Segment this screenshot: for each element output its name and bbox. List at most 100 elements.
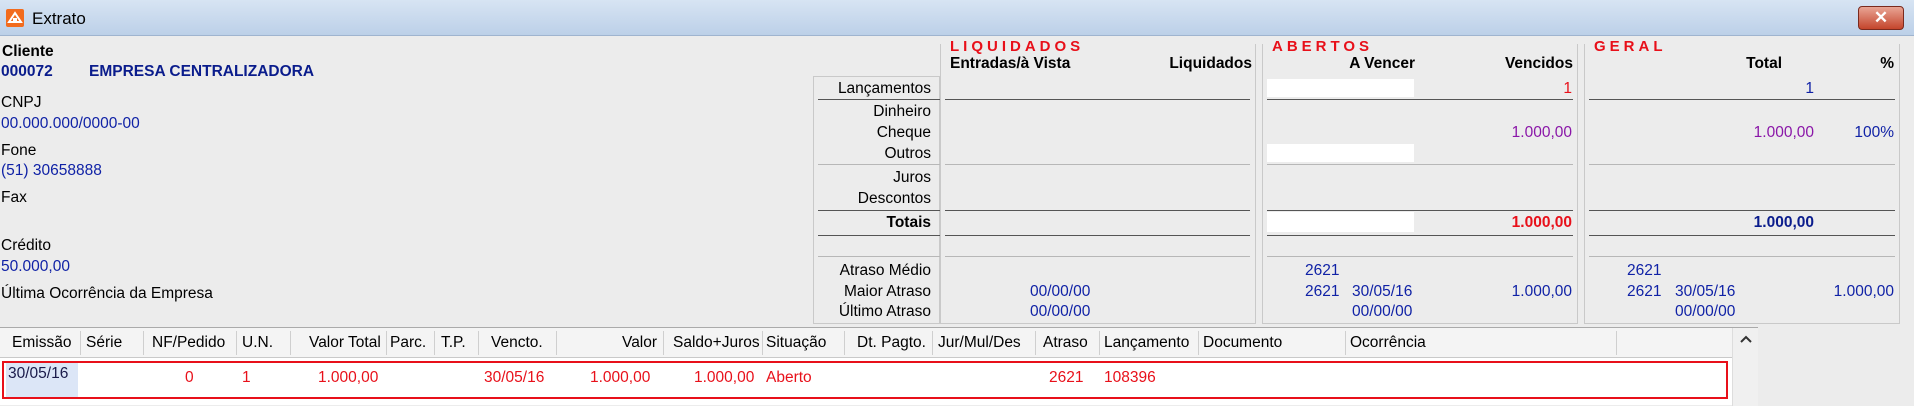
col-valor[interactable]: Valor: [622, 334, 657, 352]
abertos-cheque: 1.000,00: [1511, 124, 1572, 141]
col-saldo-juros[interactable]: Saldo+Juros: [673, 334, 760, 352]
col-ocorrencia[interactable]: Ocorrência: [1350, 334, 1426, 352]
cell-atraso[interactable]: 2621: [1049, 369, 1083, 387]
divider: [1589, 235, 1895, 236]
col-vencto[interactable]: Vencto.: [491, 334, 543, 352]
divider: [818, 210, 940, 211]
geral-cheque: 1.000,00: [1753, 124, 1814, 141]
fone-value: (51) 30658888: [1, 162, 102, 179]
col-tp[interactable]: T.P.: [441, 334, 466, 352]
divider: [478, 331, 479, 355]
label-dinheiro: Dinheiro: [873, 103, 931, 120]
app-icon: [6, 9, 24, 27]
launch-grid[interactable]: Emissão Série NF/Pedido U.N. Valor Total…: [0, 327, 1758, 406]
divider: [236, 331, 237, 355]
grid-margin: [1758, 327, 1914, 405]
divider: [80, 331, 81, 355]
abertos-title: ABERTOS: [1272, 38, 1374, 55]
cell-situacao[interactable]: Aberto: [766, 369, 812, 387]
col-un[interactable]: U.N.: [242, 334, 273, 352]
divider: [1589, 256, 1895, 257]
divider: [1198, 331, 1199, 355]
cell-un[interactable]: 1: [242, 369, 251, 387]
liquidados-maior-atraso-date: 00/00/00: [1030, 283, 1091, 300]
geral-maior-atraso-date: 30/05/16: [1675, 283, 1736, 300]
divider: [1267, 256, 1573, 257]
col-situacao[interactable]: Situação: [766, 334, 826, 352]
label-cheque: Cheque: [876, 124, 931, 141]
divider: [945, 235, 1250, 236]
close-icon: ✕: [1873, 8, 1889, 27]
cnpj-value: 00.000.000/0000-00: [1, 115, 140, 132]
fax-label: Fax: [1, 189, 27, 206]
cell-emissao[interactable]: 30/05/16: [8, 365, 68, 383]
abertos-totais: 1.000,00: [1511, 214, 1572, 231]
cell-vencto[interactable]: 30/05/16: [484, 369, 544, 387]
liquidados-col-entradas: Entradas/à Vista: [950, 55, 1071, 72]
geral-col-percent: %: [1880, 55, 1894, 72]
geral-col-total: Total: [1746, 55, 1782, 72]
label-juros: Juros: [893, 169, 931, 186]
cell-valor[interactable]: 1.000,00: [590, 369, 650, 387]
cell-valor-total[interactable]: 1.000,00: [318, 369, 378, 387]
abertos-ultimo-atraso-date: 00/00/00: [1352, 303, 1413, 320]
abertos-atraso-medio: 2621: [1305, 262, 1340, 279]
abertos-col-vencidos: Vencidos: [1504, 55, 1573, 72]
label-descontos: Descontos: [857, 190, 931, 207]
geral-lancamentos: 1: [1805, 80, 1814, 97]
col-documento[interactable]: Documento: [1203, 334, 1282, 352]
cliente-label: Cliente: [2, 43, 54, 60]
divider: [818, 235, 940, 236]
col-dt-pagto[interactable]: Dt. Pagto.: [857, 334, 926, 352]
scroll-up-icon[interactable]: [1739, 334, 1753, 344]
cell-saldo-juros[interactable]: 1.000,00: [694, 369, 754, 387]
col-lancamento[interactable]: Lançamento: [1104, 334, 1189, 352]
col-atraso[interactable]: Atraso: [1043, 334, 1088, 352]
label-atraso-medio: Atraso Médio: [839, 262, 931, 279]
col-nf-pedido[interactable]: NF/Pedido: [152, 334, 225, 352]
a-vencer-lancamentos-cell: [1267, 79, 1414, 97]
cell-lancamento[interactable]: 108396: [1104, 369, 1156, 387]
divider: [1345, 331, 1346, 355]
divider: [434, 331, 435, 355]
divider: [1267, 99, 1573, 100]
close-button[interactable]: ✕: [1858, 6, 1904, 30]
label-maior-atraso: Maior Atraso: [843, 283, 931, 300]
divider: [818, 256, 940, 257]
col-jur-mul-des[interactable]: Jur/Mul/Des: [938, 334, 1021, 352]
a-vencer-outros-cell: [1267, 144, 1414, 162]
col-emissao[interactable]: Emissão: [12, 334, 71, 352]
divider: [1267, 210, 1573, 211]
cell-nf-pedido[interactable]: 0: [185, 369, 194, 387]
vertical-scrollbar[interactable]: [1732, 328, 1758, 406]
divider: [945, 256, 1250, 257]
divider: [932, 331, 933, 355]
abertos-maior-atraso-days: 2621: [1305, 283, 1340, 300]
label-ultimo-atraso: Último Atraso: [838, 303, 931, 320]
col-parc[interactable]: Parc.: [390, 334, 426, 352]
label-lancamentos: Lançamentos: [837, 80, 931, 97]
liquidados-title: LIQUIDADOS: [950, 38, 1085, 55]
geral-totais: 1.000,00: [1753, 214, 1814, 231]
geral-atraso-medio: 2621: [1627, 262, 1662, 279]
geral-ultimo-atraso-date: 00/00/00: [1675, 303, 1736, 320]
col-valor-total[interactable]: Valor Total: [309, 334, 381, 352]
divider: [1589, 99, 1895, 100]
divider: [818, 164, 940, 165]
divider: [1267, 164, 1573, 165]
table-row[interactable]: [2, 361, 1728, 399]
abertos-col-a-vencer: A Vencer: [1349, 55, 1415, 72]
abertos-lancamentos: 1: [1563, 80, 1572, 97]
credito-value: 50.000,00: [1, 258, 70, 275]
grid-header: Emissão Série NF/Pedido U.N. Valor Total…: [0, 328, 1758, 358]
geral-maior-atraso-days: 2621: [1627, 283, 1662, 300]
label-outros: Outros: [884, 145, 931, 162]
divider: [290, 331, 291, 355]
col-serie[interactable]: Série: [86, 334, 122, 352]
divider: [945, 210, 1250, 211]
liquidados-ultimo-atraso-date: 00/00/00: [1030, 303, 1091, 320]
cnpj-label: CNPJ: [1, 94, 42, 111]
divider: [1099, 331, 1100, 355]
divider: [143, 331, 144, 355]
geral-title: GERAL: [1594, 38, 1667, 55]
